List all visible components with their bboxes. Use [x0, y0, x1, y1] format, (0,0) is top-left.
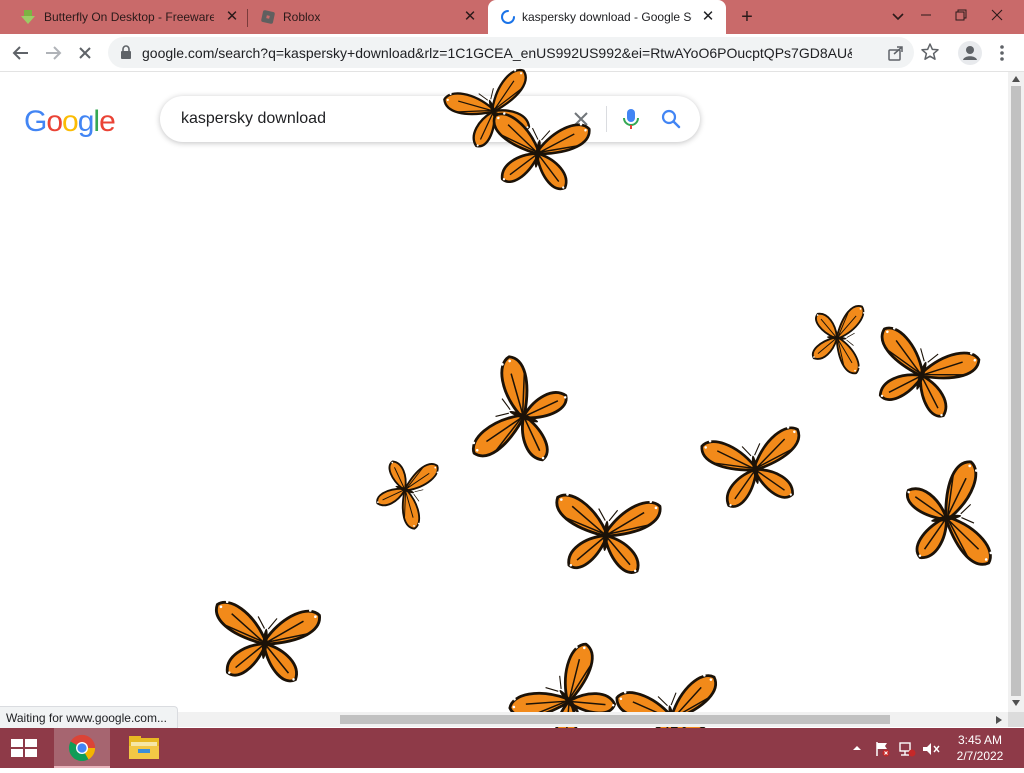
butterfly-icon — [700, 426, 801, 508]
url-text[interactable]: google.com/search?q=kaspersky+download&r… — [142, 45, 852, 61]
tab-title: kaspersky download - Google Se — [522, 10, 692, 24]
windows-start-icon[interactable] — [0, 728, 48, 768]
close-tab-icon[interactable]: ✕ — [223, 8, 241, 26]
chevron-down-icon[interactable] — [888, 8, 908, 26]
logo-letter: G — [24, 105, 47, 138]
windows-taskbar: 3:45 AM 2/7/2022 — [0, 728, 1024, 768]
tab-kaspersky-search[interactable]: kaspersky download - Google Se ✕ — [488, 0, 726, 34]
taskbar-chrome-button[interactable] — [54, 728, 110, 768]
restore-icon[interactable] — [944, 0, 978, 30]
divider — [606, 106, 607, 132]
tab-butterfly-on-desktop[interactable]: Butterfly On Desktop - Freeware ✕ — [0, 0, 247, 34]
forward-arrow-icon[interactable] — [40, 40, 66, 66]
network-icon[interactable] — [897, 740, 917, 758]
tab-title: Roblox — [283, 10, 321, 24]
loading-spinner-icon — [501, 10, 515, 24]
scroll-up-arrow-icon[interactable] — [1012, 76, 1020, 82]
clock-date: 2/7/2022 — [956, 749, 1004, 763]
tab-title: Butterfly On Desktop - Freeware — [44, 10, 214, 24]
share-icon[interactable] — [886, 43, 906, 63]
tab-strip: Butterfly On Desktop - Freeware ✕ Roblox… — [0, 0, 1024, 34]
close-window-icon[interactable] — [980, 0, 1014, 30]
volume-muted-icon[interactable] — [921, 740, 941, 758]
scroll-right-arrow-icon[interactable] — [996, 716, 1002, 724]
download-arrow-icon — [21, 10, 35, 24]
logo-letter: g — [77, 105, 95, 138]
stop-loading-icon[interactable] — [72, 40, 98, 66]
roblox-icon — [261, 10, 275, 24]
file-explorer-icon — [129, 736, 159, 759]
show-hidden-icons-icon[interactable] — [850, 742, 864, 754]
vertical-scroll-thumb[interactable] — [1011, 86, 1021, 696]
vertical-scrollbar[interactable] — [1008, 72, 1024, 712]
person-icon — [963, 46, 977, 60]
tab-roblox[interactable]: Roblox ✕ — [248, 0, 486, 34]
logo-letter: o — [62, 105, 79, 138]
logo-letter: o — [46, 105, 63, 138]
close-tab-icon[interactable]: ✕ — [699, 8, 717, 26]
clock-time: 3:45 AM — [957, 733, 1003, 747]
new-tab-button[interactable]: + — [736, 6, 758, 28]
more-vertical-icon[interactable] — [992, 42, 1012, 64]
back-arrow-icon[interactable] — [8, 40, 34, 66]
google-logo[interactable]: Google — [24, 105, 116, 139]
logo-letter: e — [99, 105, 116, 138]
search-input[interactable]: kaspersky download — [181, 110, 326, 128]
scroll-down-arrow-icon[interactable] — [1012, 700, 1020, 706]
lock-icon[interactable] — [120, 45, 132, 59]
butterfly-icon — [555, 493, 662, 574]
horizontal-scroll-thumb[interactable] — [340, 715, 890, 724]
search-box[interactable]: kaspersky download — [160, 96, 700, 142]
minimize-icon[interactable] — [909, 0, 943, 30]
chrome-icon — [68, 734, 96, 762]
butterfly-icon — [811, 305, 865, 375]
status-bubble: Waiting for www.google.com... — [0, 706, 178, 729]
scrollbar-corner — [1008, 712, 1024, 727]
bookmark-star-icon[interactable] — [920, 42, 940, 62]
search-icon[interactable] — [659, 107, 683, 131]
butterfly-icon — [905, 460, 993, 566]
microphone-icon[interactable] — [620, 107, 642, 131]
profile-avatar-button[interactable] — [958, 41, 982, 65]
close-tab-icon[interactable]: ✕ — [461, 8, 479, 26]
action-center-flag-icon[interactable] — [873, 740, 891, 758]
butterfly-icon — [214, 600, 321, 683]
butterfly-icon — [492, 112, 591, 191]
taskbar-file-explorer-button[interactable] — [116, 728, 172, 768]
taskbar-clock[interactable]: 3:45 AM 2/7/2022 — [948, 732, 1012, 764]
